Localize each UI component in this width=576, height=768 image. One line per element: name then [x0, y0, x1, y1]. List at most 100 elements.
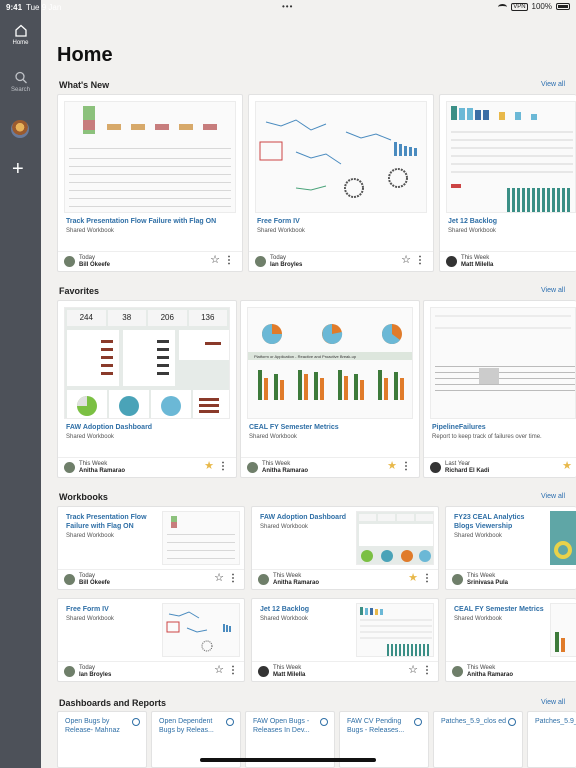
view-all-workbooks[interactable]: View all	[541, 493, 565, 500]
card-thumbnail	[356, 603, 434, 657]
card-title: FAW Open Bugs - Releases In Dev...	[253, 718, 310, 734]
thumbnail-chart	[67, 330, 229, 418]
thumbnail-rule	[167, 558, 235, 559]
card-footer: Today Bill Okeefe ☆ ⋮	[58, 569, 244, 589]
more-icon[interactable]: ⋮	[422, 666, 432, 676]
thumbnail-rule	[69, 190, 231, 191]
thumbnail-rule	[69, 148, 231, 149]
card-title: FAW Adoption Dashboard	[66, 424, 153, 431]
report-icon	[508, 718, 516, 726]
card-thumbnail	[255, 101, 427, 213]
card-title: Jet 12 Backlog	[260, 606, 310, 613]
workbook-card[interactable]: FY23 CEAL Analytics Blogs Viewership Sha…	[445, 506, 576, 590]
card-title: Open Bugs by Release- Mahnaz	[65, 718, 120, 734]
card-footer: This Week Anitha Ramarao	[446, 661, 576, 681]
add-icon[interactable]: +	[12, 159, 24, 179]
card-subtitle: Report to keep track of failures over ti…	[432, 434, 542, 440]
card-owner: Ian Broyles	[79, 672, 112, 678]
whats-new-card[interactable]: Free Form IV Shared Workbook Today Ian B…	[248, 94, 434, 272]
card-thumbnail: Platform or Application - Reactive and P…	[247, 307, 413, 419]
workbook-card[interactable]: CEAL FY Semester Metrics Shared Workbook…	[445, 598, 576, 682]
multitasking-dots-icon[interactable]: •••	[282, 2, 293, 11]
dashboard-card[interactable]: Patches_5.9_clos d	[527, 711, 576, 768]
owner-avatar	[64, 666, 75, 677]
view-all-whats-new[interactable]: View all	[541, 81, 565, 88]
thumbnail-chart	[435, 315, 575, 391]
card-modified: Today	[79, 573, 96, 579]
card-subtitle: Shared Workbook	[448, 228, 496, 234]
card-footer: Today Bill Okeefe ☆ ⋮	[58, 251, 242, 271]
thumbnail-bar	[555, 632, 559, 652]
card-title: CEAL FY Semester Metrics	[249, 424, 339, 431]
dashboard-card[interactable]: Patches_5.9_clos ed	[433, 711, 523, 768]
card-footer: Today Ian Broyles ☆ ⋮	[249, 251, 433, 271]
thumbnail-bar	[561, 638, 565, 652]
star-filled-icon[interactable]: ★	[204, 461, 214, 472]
workbook-card[interactable]: Jet 12 Backlog Shared Workbook This Week…	[251, 598, 439, 682]
more-icon[interactable]: ⋮	[228, 666, 238, 676]
more-icon[interactable]: ⋮	[218, 462, 228, 472]
thumbnail-bar	[179, 124, 193, 130]
star-filled-icon[interactable]: ★	[562, 461, 572, 472]
card-subtitle: Shared Workbook	[66, 533, 114, 539]
card-modified: Today	[79, 665, 96, 671]
star-icon[interactable]: ☆	[210, 255, 220, 266]
card-subtitle: Shared Workbook	[454, 533, 502, 539]
thumbnail-donut	[554, 541, 572, 559]
more-icon[interactable]: ⋮	[228, 574, 238, 584]
thumbnail-rule	[69, 206, 231, 207]
star-icon[interactable]: ☆	[214, 665, 224, 676]
more-icon[interactable]: ⋮	[401, 462, 411, 472]
home-indicator[interactable]	[200, 758, 376, 762]
card-thumbnail: 244 38 206 136	[64, 307, 230, 419]
star-filled-icon[interactable]: ★	[408, 573, 418, 584]
whats-new-card[interactable]: Jet 12 Backlog Shared Workbook This Week…	[439, 94, 576, 272]
star-icon[interactable]: ☆	[408, 665, 418, 676]
workbook-card[interactable]: Track Presentation Flow Failure with Fla…	[57, 506, 245, 590]
user-avatar[interactable]	[11, 120, 29, 138]
card-subtitle: Shared Workbook	[66, 228, 114, 234]
report-icon	[414, 718, 422, 726]
nav-home-label: Home	[12, 40, 29, 46]
card-thumbnail	[550, 511, 576, 565]
more-icon[interactable]: ⋮	[224, 256, 234, 266]
status-time: 9:41	[6, 2, 23, 12]
card-subtitle: Shared Workbook	[260, 524, 308, 530]
kpi-tile: 38	[107, 310, 146, 326]
card-modified: This Week	[79, 461, 108, 467]
whats-new-card[interactable]: Track Presentation Flow Failure with Fla…	[57, 94, 243, 272]
nav-home[interactable]: Home	[0, 24, 41, 46]
thumbnail-chart	[259, 119, 417, 198]
favorite-card[interactable]: 244 38 206 136 FAW Adoption Dashboard Sh…	[57, 300, 237, 478]
card-subtitle: Shared Workbook	[257, 228, 305, 234]
view-all-dashboards[interactable]: View all	[541, 699, 565, 706]
thumbnail-rule	[69, 166, 231, 167]
dashboard-card[interactable]: Open Bugs by Release- Mahnaz	[57, 711, 147, 768]
card-footer: This Week Anitha Ramarao ★ ⋮	[252, 569, 438, 589]
favorite-card[interactable]: PipelineFailures Report to keep track of…	[423, 300, 576, 478]
status-date: Tue 9 Jan	[26, 2, 62, 12]
section-title-workbooks: Workbooks	[59, 492, 108, 502]
card-subtitle: Shared Workbook	[260, 616, 308, 622]
status-indicators: VPN 100%	[498, 2, 570, 11]
card-title: Patches_5.9_clos d	[535, 718, 576, 725]
workbook-card[interactable]: FAW Adoption Dashboard Shared Workbook T…	[251, 506, 439, 590]
card-thumbnail	[162, 511, 240, 565]
workbook-card[interactable]: Free Form IV Shared Workbook Today Ian B…	[57, 598, 245, 682]
favorite-card[interactable]: Platform or Application - Reactive and P…	[240, 300, 420, 478]
sidebar: Home Search +	[0, 0, 41, 768]
thumbnail-chart: Platform or Application - Reactive and P…	[248, 324, 412, 400]
card-thumbnail	[446, 101, 576, 213]
view-all-favorites[interactable]: View all	[541, 287, 565, 294]
star-icon[interactable]: ☆	[214, 573, 224, 584]
more-icon[interactable]: ⋮	[422, 574, 432, 584]
card-thumbnail	[430, 307, 576, 419]
star-icon[interactable]: ☆	[401, 255, 411, 266]
more-icon[interactable]: ⋮	[415, 256, 425, 266]
card-modified: Today	[79, 255, 96, 261]
thumbnail-bar	[155, 124, 169, 130]
card-footer: This Week Matt Milella ☆ ⋮	[252, 661, 438, 681]
nav-search[interactable]: Search	[0, 71, 41, 93]
section-title-dashboards: Dashboards and Reports	[59, 698, 167, 708]
star-filled-icon[interactable]: ★	[387, 461, 397, 472]
